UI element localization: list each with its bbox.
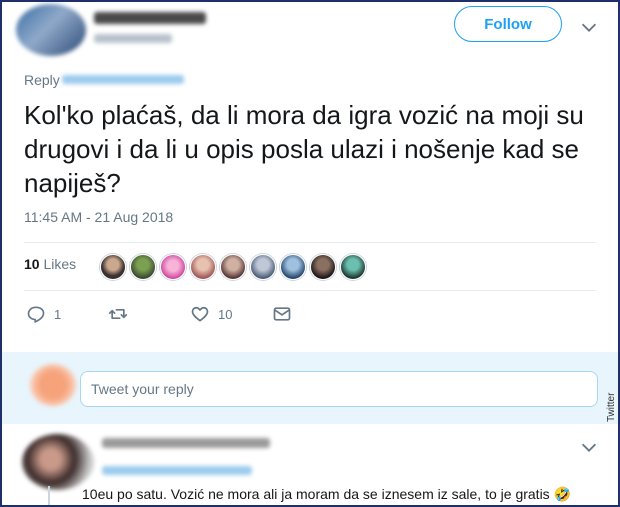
author-handle-redacted[interactable] bbox=[94, 34, 172, 43]
retweet-icon bbox=[108, 309, 128, 319]
reply-action[interactable]: 1 bbox=[26, 304, 61, 324]
heart-icon bbox=[191, 306, 209, 322]
reply-tweet-text: 10eu po satu. Vozić ne mora ali ja moram… bbox=[82, 486, 571, 502]
liker-avatar[interactable] bbox=[130, 254, 156, 280]
likes-count: 10 bbox=[24, 256, 40, 272]
thread-connector bbox=[48, 486, 50, 505]
reply-input-placeholder: Tweet your reply bbox=[91, 381, 194, 397]
author-name-redacted[interactable] bbox=[94, 12, 206, 24]
replying-to-line: Reply bbox=[24, 72, 60, 88]
watermark-label: Twitter bbox=[606, 392, 617, 422]
tweet-reply-input[interactable]: Tweet your reply bbox=[80, 371, 598, 407]
liker-avatar[interactable] bbox=[220, 254, 246, 280]
liker-avatar[interactable] bbox=[190, 254, 216, 280]
liker-avatar[interactable] bbox=[340, 254, 366, 280]
tweet-text: Kol'ko plaćaš, da li mora da igra vozić … bbox=[24, 100, 584, 198]
tweet-timestamp[interactable]: 11:45 AM - 21 Aug 2018 bbox=[24, 209, 173, 225]
liker-avatar[interactable] bbox=[280, 254, 306, 280]
liker-avatar[interactable] bbox=[310, 254, 336, 280]
reply-icon bbox=[27, 306, 45, 323]
chevron-down-icon[interactable] bbox=[578, 16, 600, 38]
current-user-avatar bbox=[30, 364, 76, 406]
divider bbox=[24, 290, 596, 291]
author-avatar[interactable] bbox=[16, 4, 86, 56]
likes-label: Likes bbox=[43, 256, 77, 272]
tweet-screenshot-frame: Follow Reply Kol'ko plaćaš, da li mora d… bbox=[0, 0, 620, 507]
follow-button[interactable]: Follow bbox=[454, 6, 562, 42]
replier-name-redacted[interactable] bbox=[102, 438, 270, 448]
liker-avatar[interactable] bbox=[250, 254, 276, 280]
liker-avatar[interactable] bbox=[100, 254, 126, 280]
reply-prefix: Reply bbox=[24, 72, 60, 88]
envelope-icon bbox=[273, 307, 291, 321]
divider bbox=[24, 242, 596, 243]
liker-avatar[interactable] bbox=[160, 254, 186, 280]
replying-to-handle-redacted[interactable] bbox=[62, 75, 184, 84]
direct-message-action[interactable] bbox=[272, 304, 292, 324]
replier-avatar[interactable] bbox=[22, 434, 94, 490]
like-action[interactable]: 10 bbox=[190, 304, 232, 324]
reply-count: 1 bbox=[54, 306, 62, 322]
replier-meta-redacted[interactable] bbox=[102, 466, 252, 475]
likes-summary[interactable]: 10 Likes bbox=[24, 256, 76, 272]
like-count: 10 bbox=[218, 306, 233, 322]
chevron-down-icon[interactable] bbox=[578, 436, 600, 458]
retweet-action[interactable] bbox=[108, 304, 136, 324]
